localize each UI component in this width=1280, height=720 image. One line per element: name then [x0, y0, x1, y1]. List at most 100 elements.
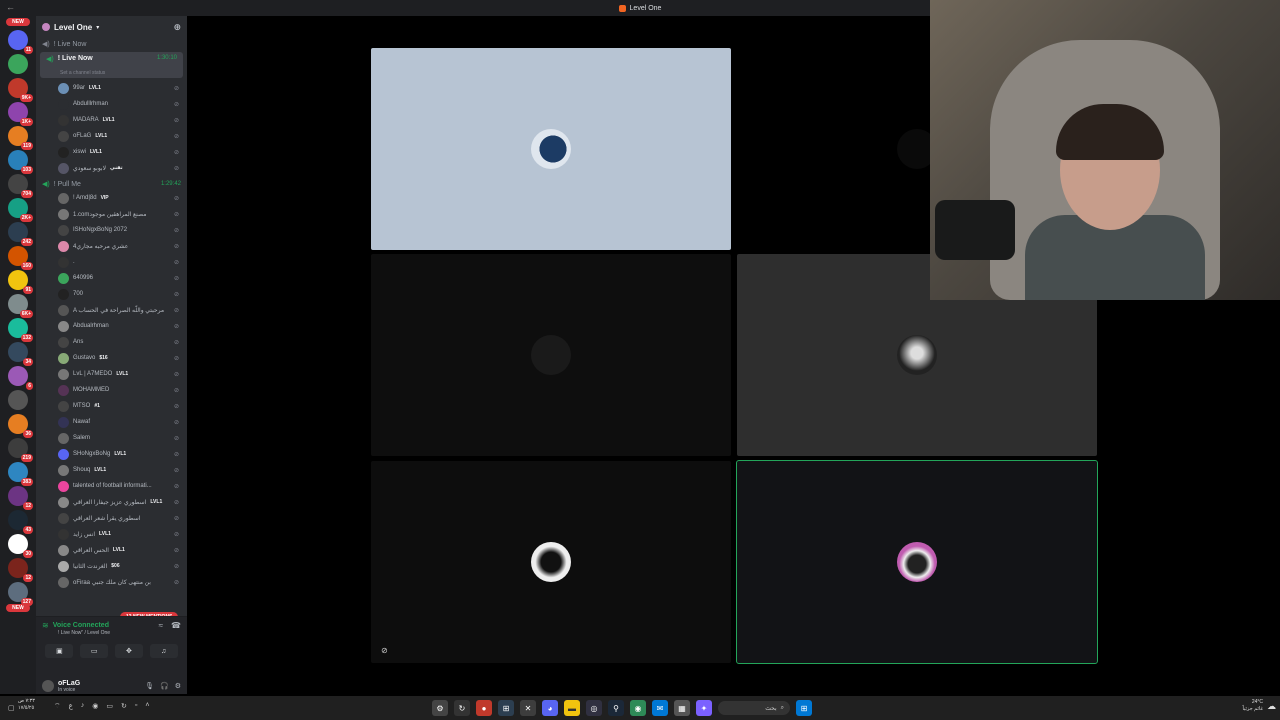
- sync-icon[interactable]: ↻: [121, 702, 127, 711]
- activities-button[interactable]: ✥: [114, 644, 143, 658]
- noise-suppression-icon[interactable]: ≈: [159, 621, 163, 630]
- server-icon[interactable]: 132: [8, 318, 33, 342]
- disconnect-icon[interactable]: ☎: [171, 621, 181, 630]
- screen-share-button[interactable]: ▭: [80, 644, 109, 658]
- server-icon[interactable]: 12: [8, 558, 33, 582]
- volume-icon[interactable]: ◉: [92, 702, 98, 711]
- soundboard-button[interactable]: ♫: [149, 644, 178, 658]
- steam-icon[interactable]: ⚲: [608, 700, 624, 716]
- search-box[interactable]: بحث ⌕: [718, 701, 790, 715]
- voice-user-row[interactable]: MADARA LVL1 ⊘: [36, 112, 187, 128]
- server-icon[interactable]: 219: [8, 438, 33, 462]
- server-icon[interactable]: 91: [8, 270, 33, 294]
- voice-user-row[interactable]: 700 ⊘: [36, 286, 187, 302]
- notification-icon[interactable]: ▢: [8, 704, 15, 712]
- calculator-icon[interactable]: ⊞: [498, 700, 514, 716]
- settings-taskbar-icon[interactable]: ⚙: [432, 700, 448, 716]
- video-tile-6[interactable]: [736, 460, 1098, 664]
- server-icon[interactable]: 11: [8, 30, 33, 54]
- mail-icon[interactable]: ✉: [652, 700, 668, 716]
- new-badge-top[interactable]: NEW: [6, 18, 30, 26]
- voice-user-row[interactable]: talented of football informati... ⊘: [36, 478, 187, 494]
- display-icon[interactable]: ▫: [135, 702, 137, 711]
- server-icon[interactable]: 6: [8, 366, 33, 390]
- chevron-up-icon[interactable]: ˄: [145, 702, 149, 711]
- voice-user-row[interactable]: اسطوري عزيز جيفارا العراقي LVL1 ⊘: [36, 494, 187, 510]
- server-icon[interactable]: 2K+: [8, 198, 33, 222]
- mic-tray-icon[interactable]: ♪: [81, 702, 85, 711]
- voice-user-row[interactable]: ISHoNgxBoNg 2072 ⊘: [36, 222, 187, 238]
- server-icon[interactable]: 119: [8, 126, 33, 150]
- camera-button[interactable]: ▣: [45, 644, 74, 658]
- xbox-icon[interactable]: ✕: [520, 700, 536, 716]
- voice-user-row[interactable]: oFiraa بن منتهى كان ملك جنبي ⊘: [36, 574, 187, 590]
- channel-status-placeholder[interactable]: Set a channel status: [46, 70, 177, 76]
- server-icon[interactable]: [8, 390, 28, 410]
- store-icon[interactable]: ▦: [674, 700, 690, 716]
- voice-user-row[interactable]: عشري مرحبه مجاري4 ⊘: [36, 238, 187, 254]
- headphones-icon[interactable]: 🎧: [160, 682, 169, 690]
- server-icon[interactable]: 6K+: [8, 294, 33, 318]
- user-panel[interactable]: oFLaG In voice 🎙 🎧 ⚙: [36, 678, 187, 694]
- voice-user-row[interactable]: . ⊘: [36, 254, 187, 270]
- voice-user-row[interactable]: اسطوري يقرأ شعر العراقي ⊘: [36, 510, 187, 526]
- video-tile-1[interactable]: [371, 48, 731, 250]
- network-icon[interactable]: ▭: [106, 702, 113, 711]
- voice-user-row[interactable]: Nawaf ⊘: [36, 414, 187, 430]
- back-arrow-icon[interactable]: ←: [6, 2, 15, 12]
- voice-user-row[interactable]: A مرحبتي واللّه الصراحة في الحساب ⊘: [36, 302, 187, 318]
- server-icon[interactable]: 36: [8, 414, 33, 438]
- gear-icon[interactable]: ⚙: [175, 682, 181, 690]
- server-icon[interactable]: 383: [8, 462, 33, 486]
- server-icon[interactable]: 34: [8, 342, 33, 366]
- chrome-icon[interactable]: ◉: [630, 700, 646, 716]
- weather-widget[interactable]: 24°C غائم جزئياً: [1242, 699, 1263, 713]
- voice-user-row[interactable]: ! Amd|8d VIP ⊘: [36, 190, 187, 206]
- language-icon[interactable]: ع: [69, 702, 73, 711]
- voice-user-row[interactable]: Abdulllrhman ⊘: [36, 96, 187, 112]
- voice-channel-live-now[interactable]: ◀) ! Live Now 1:30:10 Set a channel stat…: [40, 52, 183, 78]
- voice-user-row[interactable]: LvL | A7MEDO LVL1 ⊘: [36, 366, 187, 382]
- voice-user-row[interactable]: Salem ⊘: [36, 430, 187, 446]
- server-icon[interactable]: [8, 54, 28, 74]
- red-app-icon[interactable]: ●: [476, 700, 492, 716]
- voice-user-row[interactable]: لابوبو سعودي تقني ⊘: [36, 160, 187, 176]
- avatar[interactable]: [42, 680, 54, 692]
- voice-channel-pull-me[interactable]: ◀) ! Pull Me 1:29:42: [36, 178, 187, 190]
- voice-channel-live-now-muted[interactable]: ◀) ! Live Now: [36, 38, 187, 50]
- voice-user-row[interactable]: 99ar LVL1 ⊘: [36, 80, 187, 96]
- voice-user-row[interactable]: Abdualrhman ⊘: [36, 318, 187, 334]
- discord-icon[interactable]: ◕: [542, 700, 558, 716]
- copilot-icon[interactable]: ✦: [696, 700, 712, 716]
- server-icon[interactable]: 704: [8, 174, 33, 198]
- video-tile-5[interactable]: ⊘: [371, 461, 731, 663]
- voice-user-row[interactable]: Shouq LVL1 ⊘: [36, 462, 187, 478]
- server-icon[interactable]: 127: [8, 582, 33, 606]
- clock[interactable]: ٧:٣٣ ص ١٧/٥/٢٥: [18, 698, 35, 712]
- voice-user-row[interactable]: Ans ⊘: [36, 334, 187, 350]
- server-icon[interactable]: 9K+: [8, 78, 33, 102]
- voice-user-row[interactable]: SHoNgxBoNg LVL1 ⊘: [36, 446, 187, 462]
- voice-user-row[interactable]: xiswi LVL1 ⊘: [36, 144, 187, 160]
- sync-taskbar-icon[interactable]: ↻: [454, 700, 470, 716]
- voice-user-row[interactable]: الحس العراقي LVL1 ⊘: [36, 542, 187, 558]
- microphone-icon[interactable]: 🎙: [145, 682, 154, 690]
- voice-user-row[interactable]: انس زايد LVL1 ⊘: [36, 526, 187, 542]
- server-icon[interactable]: 242: [8, 222, 33, 246]
- voice-user-row[interactable]: 1.comمصنع المراهقين موجود ⊘: [36, 206, 187, 222]
- guild-header[interactable]: Level One ▾ ⊕: [36, 16, 187, 38]
- server-icon[interactable]: 103: [8, 150, 33, 174]
- add-member-icon[interactable]: ⊕: [173, 22, 181, 33]
- video-tile-3[interactable]: [371, 254, 731, 456]
- server-icon[interactable]: 160: [8, 246, 33, 270]
- server-icon[interactable]: 43: [8, 510, 33, 534]
- server-icon[interactable]: 1K+: [8, 102, 33, 126]
- voice-user-row[interactable]: الغرندت الثانيا $06 ⊘: [36, 558, 187, 574]
- voice-user-row[interactable]: oFLaG LVL1 ⊘: [36, 128, 187, 144]
- server-icon[interactable]: 12: [8, 486, 33, 510]
- server-icon[interactable]: 30: [8, 534, 33, 558]
- voice-user-row[interactable]: MOHAMMED ⊘: [36, 382, 187, 398]
- obs-icon[interactable]: ◎: [586, 700, 602, 716]
- wifi-icon[interactable]: ⌔: [54, 702, 61, 711]
- folder-icon[interactable]: ▬: [564, 700, 580, 716]
